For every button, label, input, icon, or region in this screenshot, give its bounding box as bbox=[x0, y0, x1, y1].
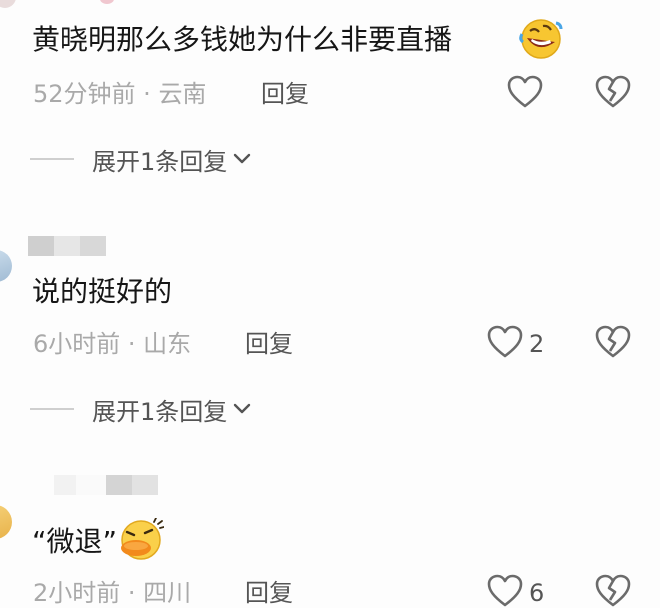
comment-time: 2小时前 bbox=[33, 579, 121, 607]
comment-meta: 6小时前 · 山东 bbox=[33, 329, 191, 359]
like-count: 6 bbox=[529, 579, 545, 607]
meta-separator: · bbox=[120, 579, 144, 607]
reply-button[interactable]: 回复 bbox=[261, 79, 309, 109]
comment-body: 黄晓明那么多钱她为什么非要直播 bbox=[32, 23, 453, 56]
divider-line bbox=[30, 158, 74, 160]
rolling-laughing-emoji bbox=[519, 19, 563, 59]
comment-time: 52分钟前 bbox=[33, 80, 136, 108]
heart-outline-icon[interactable] bbox=[487, 574, 523, 608]
avatar[interactable] bbox=[0, 0, 16, 8]
like-count: 2 bbox=[529, 330, 545, 358]
chevron-down-icon bbox=[234, 403, 251, 414]
expand-replies-label: 展开1条回复 bbox=[92, 147, 228, 176]
reply-button[interactable]: 回复 bbox=[245, 578, 293, 608]
reply-button[interactable]: 回复 bbox=[245, 329, 293, 359]
heart-outline-icon[interactable] bbox=[487, 325, 523, 359]
comment-text: 黄晓明那么多钱她为什么非要直播 bbox=[32, 22, 452, 58]
meta-separator: · bbox=[135, 80, 159, 108]
broken-heart-icon[interactable] bbox=[595, 75, 631, 109]
broken-heart-icon[interactable] bbox=[595, 574, 631, 608]
expand-replies-button[interactable]: 展开1条回复 bbox=[30, 144, 253, 176]
comment-body: “微退” bbox=[32, 525, 118, 558]
comment-meta: 52分钟前 · 云南 bbox=[33, 79, 206, 109]
comment-time: 6小时前 bbox=[33, 330, 121, 358]
avatar[interactable] bbox=[0, 250, 12, 282]
comment-location: 山东 bbox=[143, 330, 192, 358]
expand-replies-label: 展开1条回复 bbox=[92, 397, 228, 426]
heart-outline-icon[interactable] bbox=[507, 75, 543, 109]
meta-separator: · bbox=[120, 330, 144, 358]
avatar-badge bbox=[100, 0, 114, 4]
username-blurred[interactable] bbox=[28, 236, 106, 256]
comment-location: 四川 bbox=[143, 579, 192, 607]
username-blurred[interactable] bbox=[54, 475, 158, 495]
duck-emoji bbox=[121, 518, 164, 560]
divider-line bbox=[30, 408, 74, 410]
expand-replies-button[interactable]: 展开1条回复 bbox=[30, 394, 253, 426]
comment-meta: 2小时前 · 四川 bbox=[33, 578, 191, 608]
comment-text: “微退” bbox=[32, 524, 117, 560]
chevron-down-icon bbox=[234, 153, 251, 164]
broken-heart-icon[interactable] bbox=[595, 325, 631, 359]
avatar[interactable] bbox=[0, 505, 12, 539]
comment-location: 云南 bbox=[158, 80, 207, 108]
comment-body: 说的挺好的 bbox=[32, 275, 173, 308]
comment-text: 说的挺好的 bbox=[32, 274, 172, 310]
